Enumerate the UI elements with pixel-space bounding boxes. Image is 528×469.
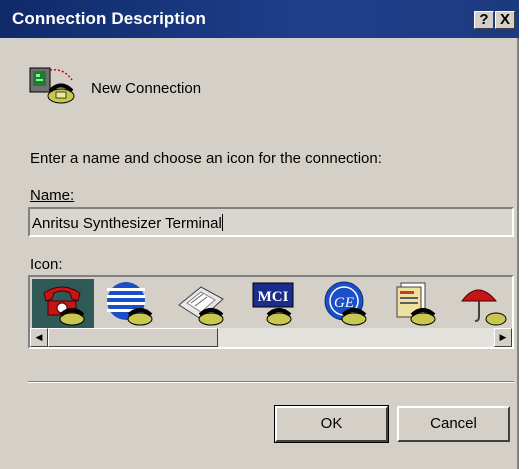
icon-option-documents[interactable] <box>385 279 447 329</box>
umbrella-phone-icon <box>461 289 507 326</box>
fax-phone-icon <box>178 286 224 326</box>
icon-option-globe[interactable] <box>100 279 162 329</box>
mci-text: MCI <box>258 289 289 305</box>
name-label: Name: <box>30 187 74 204</box>
icon-list-scrollbar[interactable]: ◀ ▶ <box>30 328 512 347</box>
icon-option-umbrella[interactable] <box>458 279 512 329</box>
connection-description-dialog: Connection Description ? X New Connectio… <box>0 0 519 469</box>
instruction-text: Enter a name and choose an icon for the … <box>30 150 382 167</box>
ok-button[interactable]: OK <box>274 405 389 443</box>
window-title: Connection Description <box>12 9 206 28</box>
scroll-right-button[interactable]: ▶ <box>494 328 512 347</box>
ge-phone-icon: GE <box>324 281 367 326</box>
mci-phone-icon: MCI <box>252 282 294 326</box>
new-connection-label: New Connection <box>91 80 202 97</box>
icon-option-red-phone[interactable] <box>32 279 94 329</box>
separator-line <box>28 381 514 383</box>
icon-label: Icon: <box>30 256 63 273</box>
text-caret <box>221 214 223 231</box>
background-strip <box>521 0 528 469</box>
connection-name-input[interactable]: Anritsu Synthesizer Terminal <box>28 207 514 237</box>
help-button[interactable]: ? <box>474 11 494 29</box>
connection-name-value: Anritsu Synthesizer Terminal <box>32 215 222 232</box>
scroll-thumb[interactable] <box>48 328 218 347</box>
icon-option-fax[interactable] <box>171 279 233 329</box>
name-label-text: Name: <box>30 187 75 204</box>
red-phone-icon <box>43 286 85 326</box>
icon-option-mci[interactable]: MCI <box>243 279 305 329</box>
globe-phone-icon <box>107 282 153 326</box>
icon-option-ge[interactable]: GE <box>314 279 376 329</box>
cancel-button[interactable]: Cancel <box>397 406 510 442</box>
scroll-left-button[interactable]: ◀ <box>30 328 48 347</box>
close-button[interactable]: X <box>495 11 515 29</box>
icon-list[interactable]: MCI GE ◀ ▶ <box>28 275 514 349</box>
documents-phone-icon <box>396 282 436 326</box>
new-connection-icon <box>29 67 75 104</box>
title-bar[interactable]: Connection Description ? X <box>0 0 519 38</box>
